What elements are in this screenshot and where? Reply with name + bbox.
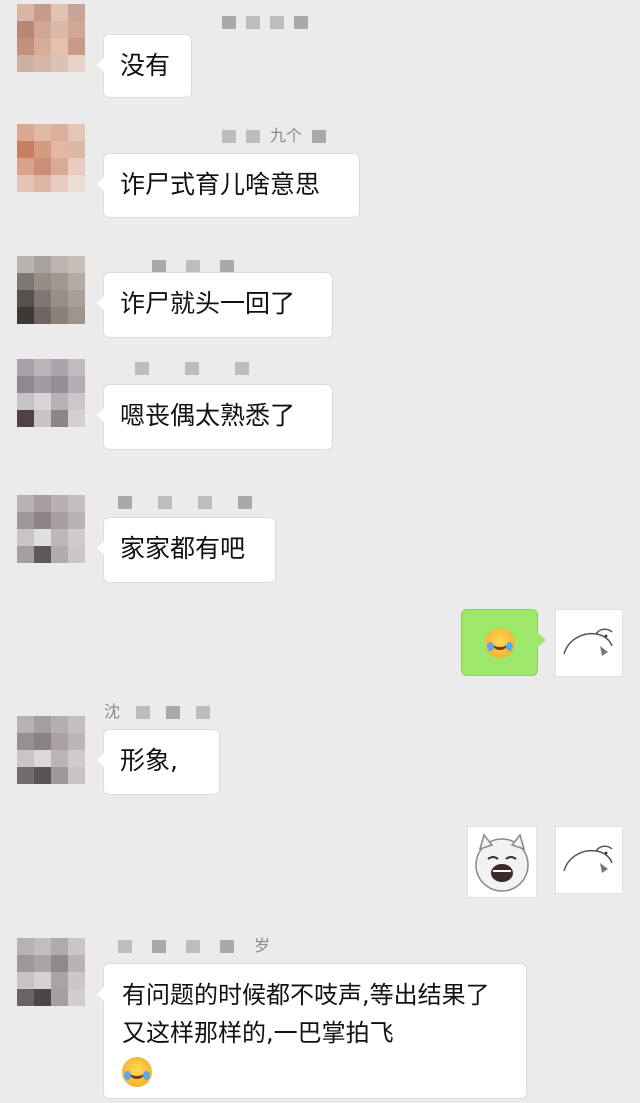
crying-laughing-emoji-icon xyxy=(122,1057,152,1087)
message-text: 没有 xyxy=(120,51,171,80)
message-bubble-outgoing[interactable] xyxy=(461,609,546,676)
redacted-block xyxy=(235,361,249,375)
redacted-block xyxy=(222,15,236,29)
avatar[interactable] xyxy=(17,359,85,427)
redacted-block xyxy=(185,361,199,375)
message-bubble[interactable]: 没有 xyxy=(95,34,192,98)
redacted-block xyxy=(158,495,172,509)
redacted-block xyxy=(136,705,151,719)
message-text: 诈尸就头一回了 xyxy=(120,289,296,318)
nickname-text: 沈 xyxy=(104,702,121,721)
message-bubble[interactable]: 有问题的时候都不吱声,等出结果了又这样那样的,一巴掌拍飞 xyxy=(95,963,527,1099)
sender-nickname: 沈 xyxy=(104,702,211,721)
redacted-block xyxy=(152,259,166,273)
redacted-block xyxy=(222,129,236,143)
redacted-block xyxy=(196,705,211,719)
redacted-block xyxy=(186,939,200,953)
redacted-block xyxy=(238,495,252,509)
redacted-block xyxy=(198,495,212,509)
sender-nickname xyxy=(222,14,308,30)
message-bubble[interactable]: 诈尸就头一回了 xyxy=(95,272,333,338)
message-bubble[interactable]: 嗯丧偶太熟悉了 xyxy=(95,384,333,450)
message-bubble[interactable]: 家家都有吧 xyxy=(95,517,276,583)
redacted-block xyxy=(294,15,308,29)
crying-laughing-emoji-icon xyxy=(484,627,515,658)
message-bubble[interactable]: 形象, xyxy=(95,729,220,795)
message-text: 有问题的时候都不吱声,等出结果了又这样那样的,一巴掌拍飞 xyxy=(122,981,490,1047)
laughing-cat-sticker-icon xyxy=(475,833,529,892)
sender-nickname xyxy=(118,494,252,510)
redacted-block xyxy=(246,129,260,143)
seal-sketch-icon xyxy=(563,845,613,873)
nickname-text: 岁 xyxy=(254,936,271,955)
message-text: 形象, xyxy=(120,746,178,775)
redacted-block xyxy=(312,129,327,143)
redacted-block xyxy=(246,15,260,29)
redacted-block xyxy=(166,705,181,719)
redacted-block xyxy=(118,495,132,509)
sender-nickname xyxy=(135,360,249,376)
redacted-block xyxy=(186,259,200,273)
self-avatar[interactable] xyxy=(555,826,623,894)
avatar[interactable] xyxy=(17,256,85,324)
seal-sketch-icon xyxy=(563,628,613,656)
message-text: 家家都有吧 xyxy=(120,534,246,563)
avatar[interactable] xyxy=(17,938,85,1006)
redacted-block xyxy=(135,361,149,375)
sender-nickname: 岁 xyxy=(118,938,270,954)
redacted-block xyxy=(118,939,132,953)
sender-nickname: 九个 xyxy=(222,126,327,145)
redacted-block xyxy=(220,259,234,273)
message-text: 嗯丧偶太熟悉了 xyxy=(120,401,296,430)
avatar[interactable] xyxy=(17,124,85,192)
avatar[interactable] xyxy=(17,4,85,72)
sticker-message[interactable] xyxy=(467,826,537,898)
avatar[interactable] xyxy=(17,495,85,563)
nickname-text: 九个 xyxy=(270,126,303,145)
redacted-block xyxy=(270,15,284,29)
message-bubble[interactable]: 诈尸式育儿啥意思 xyxy=(95,153,360,218)
message-text: 诈尸式育儿啥意思 xyxy=(120,170,321,199)
self-avatar[interactable] xyxy=(555,609,623,677)
redacted-block xyxy=(152,939,166,953)
avatar[interactable] xyxy=(17,716,85,784)
redacted-block xyxy=(220,939,234,953)
